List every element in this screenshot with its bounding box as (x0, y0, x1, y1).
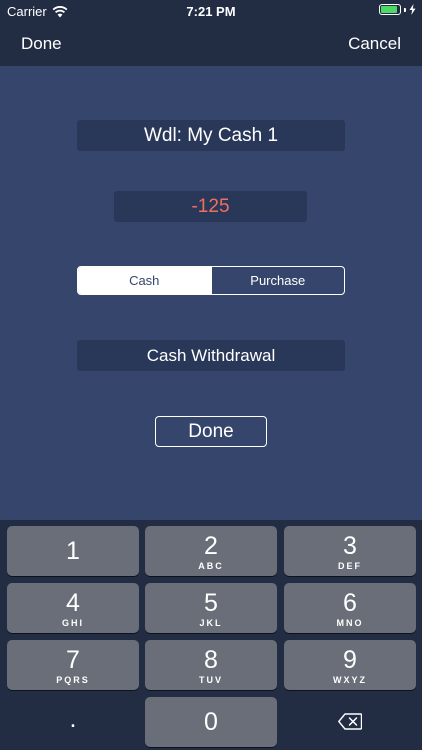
key-letters: GHI (61, 618, 84, 628)
transaction-form: Wdl: My Cash 1 -125 Cash Purchase Cash W… (0, 66, 422, 520)
key-digit: 3 (343, 532, 357, 560)
amount-field[interactable]: -125 (114, 191, 307, 222)
key-letters: PQRS (56, 675, 90, 685)
key-decimal[interactable]: . (7, 697, 139, 747)
key-letters: DEF (338, 561, 362, 571)
key-5[interactable]: 5 JKL (145, 583, 277, 633)
key-digit: 8 (204, 646, 218, 674)
key-digit: 5 (204, 589, 218, 617)
charging-bolt-icon (409, 4, 416, 15)
key-2[interactable]: 2 ABC (145, 526, 277, 576)
key-digit: 2 (204, 532, 218, 560)
key-letters: WXYZ (333, 675, 367, 685)
key-8[interactable]: 8 TUV (145, 640, 277, 690)
nav-cancel-button[interactable]: Cancel (348, 34, 401, 54)
key-letters: TUV (199, 675, 223, 685)
navigation-bar: Done Cancel (0, 22, 422, 66)
key-1[interactable]: 1 (7, 526, 139, 576)
numeric-keypad: 1 2 ABC 3 DEF 4 GHI 5 JKL 6 MNO 7 PQRS 8… (0, 520, 422, 750)
transaction-title-field[interactable]: Wdl: My Cash 1 (77, 120, 345, 151)
key-letters: MNO (336, 618, 364, 628)
segment-purchase[interactable]: Purchase (210, 267, 345, 294)
status-right (379, 4, 416, 15)
battery-icon (379, 4, 401, 15)
key-0[interactable]: 0 (145, 697, 277, 747)
status-bar: Carrier 7:21 PM (0, 0, 422, 22)
key-9[interactable]: 9 WXYZ (284, 640, 416, 690)
key-3[interactable]: 3 DEF (284, 526, 416, 576)
key-digit: 4 (66, 589, 80, 617)
key-letters: JKL (199, 618, 223, 628)
key-digit: 0 (204, 708, 218, 736)
category-field[interactable]: Cash Withdrawal (77, 340, 345, 371)
payment-type-segmented-control: Cash Purchase (77, 266, 345, 295)
key-4[interactable]: 4 GHI (7, 583, 139, 633)
key-digit: 6 (343, 589, 357, 617)
key-delete[interactable] (284, 697, 416, 747)
battery-cap (404, 7, 406, 12)
key-digit: 7 (66, 646, 80, 674)
key-letters: ABC (198, 561, 224, 571)
key-digit: . (69, 705, 77, 733)
key-6[interactable]: 6 MNO (284, 583, 416, 633)
battery-level (381, 6, 397, 13)
done-button[interactable]: Done (155, 416, 267, 447)
key-7[interactable]: 7 PQRS (7, 640, 139, 690)
segment-cash[interactable]: Cash (78, 267, 211, 294)
backspace-icon (338, 713, 362, 730)
status-time: 7:21 PM (186, 4, 236, 19)
nav-done-button[interactable]: Done (21, 34, 62, 54)
key-digit: 1 (66, 537, 80, 565)
key-digit: 9 (343, 646, 357, 674)
